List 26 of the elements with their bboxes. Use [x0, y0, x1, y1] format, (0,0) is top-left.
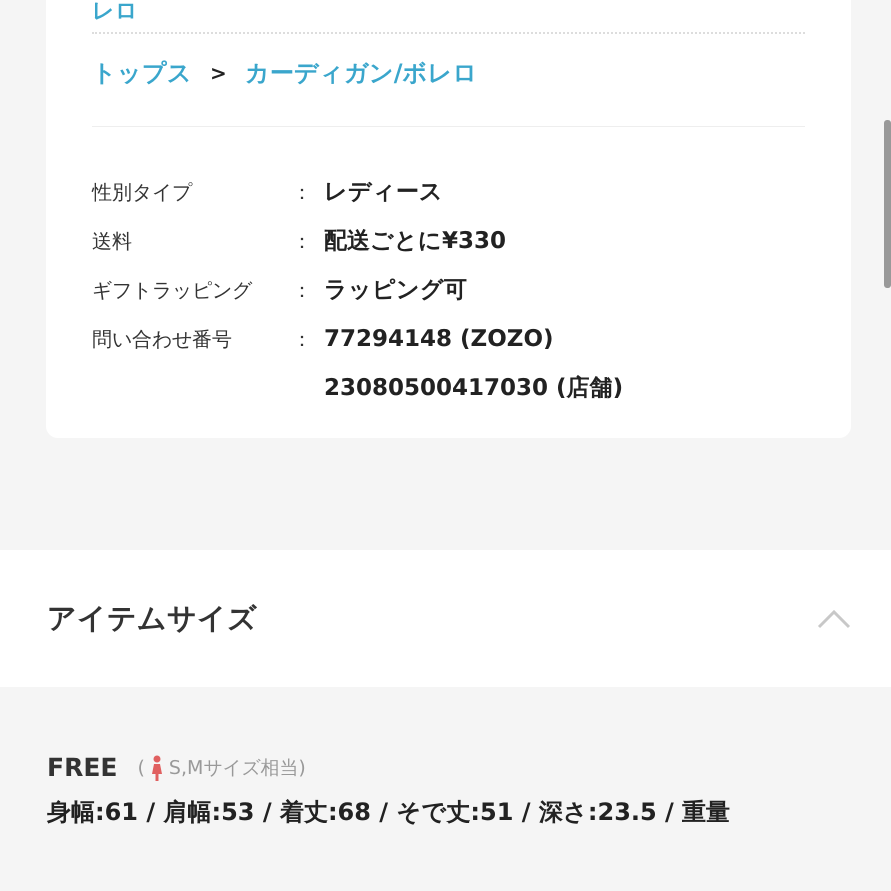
spec-value: 配送ごとに¥330 [324, 228, 506, 255]
size-label: FREE [47, 753, 118, 782]
breadcrumb-link[interactable]: カーディガン/ボレロ [244, 57, 478, 89]
spec-label: 問い合わせ番号 [92, 326, 233, 353]
person-icon [150, 754, 163, 780]
spec-value: 23080500417030 (店舗) [324, 375, 624, 402]
spec-colon: ： [292, 277, 313, 304]
size-note-paren: ( [137, 756, 145, 778]
size-note: S,Mサイズ相当) [168, 756, 306, 780]
size-measurements: 身幅:61 / 肩幅:53 / 着丈:68 / そで丈:51 / 深さ:23.5 / 重量 [47, 797, 732, 828]
spec-value: レディース [324, 179, 443, 206]
chevron-icon[interactable] [817, 608, 851, 628]
spec-colon: ： [292, 228, 313, 255]
breadcrumb-separator: > [210, 61, 227, 85]
spec-label: 性別タイプ [92, 179, 194, 206]
section-title: アイテムサイズ [47, 600, 257, 636]
spec-value: 77294148 (ZOZO) [324, 326, 555, 353]
breadcrumb-link[interactable]: トップス [92, 57, 192, 89]
section-header[interactable]: アイテムサイズ [0, 550, 891, 687]
spec-value: ラッピング可 [324, 277, 467, 304]
spec-colon: ： [292, 179, 313, 206]
scrollbar[interactable] [884, 120, 891, 288]
spec-label: ギフトラッピング [92, 277, 254, 304]
spec-label: 送料 [92, 228, 133, 255]
spec-colon: ： [292, 326, 313, 353]
category-link[interactable]: レロ [92, 0, 138, 24]
